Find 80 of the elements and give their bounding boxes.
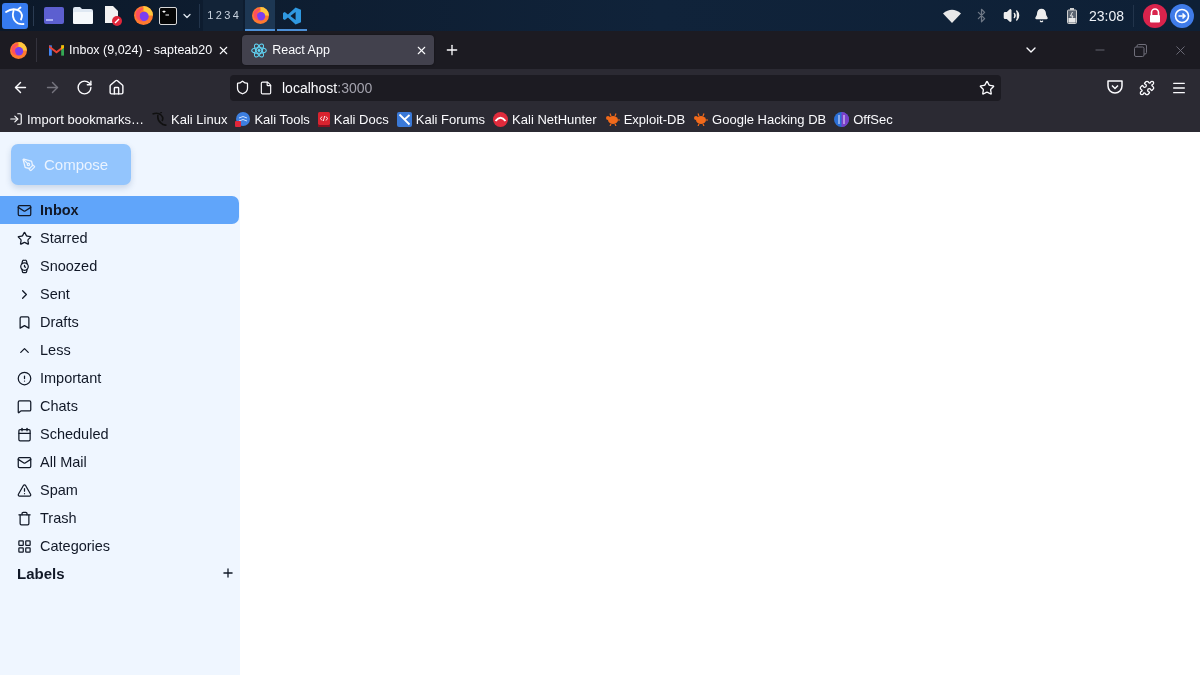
workspace-button[interactable]: 4 [231, 0, 240, 31]
sidebar-item[interactable]: Starred [0, 224, 239, 252]
pen-icon [22, 157, 36, 172]
lock-icon[interactable] [1143, 3, 1167, 28]
sidebar-item[interactable]: Scheduled [0, 420, 239, 448]
star-icon[interactable] [979, 79, 995, 96]
site-icon [235, 111, 251, 127]
workspace-button[interactable]: 1 [206, 0, 215, 31]
terminal-icon[interactable] [159, 6, 177, 25]
browser-icon [251, 7, 269, 24]
bookmark-item[interactable]: Kali Tools [235, 108, 310, 130]
labels-heading: Labels [17, 564, 65, 582]
address-field[interactable]: localhost:3000 [230, 74, 1001, 101]
reload-icon[interactable] [75, 79, 93, 96]
site-icon [396, 111, 412, 127]
restore-icon[interactable] [1133, 43, 1147, 57]
import-icon [9, 112, 23, 126]
add-label-icon[interactable] [221, 566, 235, 580]
browser-tab[interactable]: Inbox (9,024) - sapteab20 [40, 35, 237, 65]
sidebar-item[interactable]: Important [0, 364, 239, 392]
puzzle-icon[interactable] [1139, 79, 1155, 96]
bell-icon[interactable] [1034, 8, 1050, 23]
alert-circle-icon [17, 370, 32, 386]
site-icon [604, 112, 620, 126]
sidebar-item[interactable]: All Mail [0, 448, 239, 476]
browser-menu-icon[interactable] [9, 41, 27, 59]
sidebar-item[interactable]: Trash [0, 504, 239, 532]
sidebar-item[interactable]: Drafts [0, 308, 239, 336]
warning-icon [17, 482, 32, 498]
folder-icon[interactable] [73, 7, 93, 24]
sidebar-item[interactable]: Spam [0, 476, 239, 504]
app-launcher-icon[interactable] [2, 2, 28, 29]
grid-icon [17, 538, 32, 554]
bookmark-item[interactable]: Kali Linux [152, 108, 228, 130]
mail-icon [17, 202, 32, 218]
browser-icon[interactable] [133, 6, 153, 25]
mail-logo-icon [49, 44, 64, 56]
bookmark-item[interactable]: Google Hacking DB [693, 108, 827, 130]
sidebar-item[interactable]: Categories [0, 532, 239, 560]
volume-icon[interactable] [1003, 7, 1021, 24]
wifi-icon[interactable] [942, 8, 961, 23]
star-icon [17, 230, 32, 246]
bookmark-item[interactable]: Exploit-DB [604, 108, 686, 130]
bookmark-item[interactable]: Kali Forums [396, 108, 486, 130]
site-icon [493, 111, 509, 127]
calendar-icon [17, 426, 32, 442]
document-icon[interactable] [104, 5, 122, 26]
mail-icon [17, 454, 32, 470]
sidebar-item[interactable]: Snoozed [0, 252, 239, 280]
bookmark-item[interactable]: Kali Docs [317, 108, 389, 130]
sidebar-item[interactable]: Less [0, 336, 239, 364]
site-icon [834, 111, 850, 127]
watch-icon [17, 258, 32, 274]
code-editor-icon [283, 6, 301, 25]
shield-icon[interactable] [235, 80, 250, 95]
bookmark-item[interactable]: Import bookmarks… [9, 108, 145, 130]
sidebar-item[interactable]: Sent [0, 280, 239, 308]
workspace-button[interactable]: 3 [223, 0, 232, 31]
bookmark-item[interactable]: Kali NetHunter [493, 108, 597, 130]
sidebar-item[interactable]: Inbox [0, 196, 239, 224]
logout-icon[interactable] [1170, 3, 1194, 28]
url-text: localhost:3000 [282, 79, 374, 96]
trash-icon [17, 510, 32, 526]
window-icon[interactable] [43, 7, 64, 24]
site-icon [152, 112, 168, 126]
atom-icon [251, 42, 268, 58]
bookmark-icon [17, 314, 32, 330]
battery-icon[interactable] [1066, 7, 1077, 24]
workspace-button[interactable]: 2 [214, 0, 223, 31]
taskbar-app-button[interactable] [245, 0, 275, 31]
save-icon[interactable] [1107, 80, 1123, 95]
site-icon [693, 112, 709, 126]
clock-text: 23:08 [1088, 7, 1124, 24]
sidebar-item[interactable]: Chats [0, 392, 239, 420]
home-icon[interactable] [107, 79, 125, 96]
browser-tab[interactable]: React App [242, 35, 435, 65]
site-icon [317, 111, 330, 127]
bookmark-item[interactable]: OffSec [834, 108, 893, 130]
chat-bubble-icon [17, 398, 32, 414]
page-icon[interactable] [259, 80, 273, 95]
